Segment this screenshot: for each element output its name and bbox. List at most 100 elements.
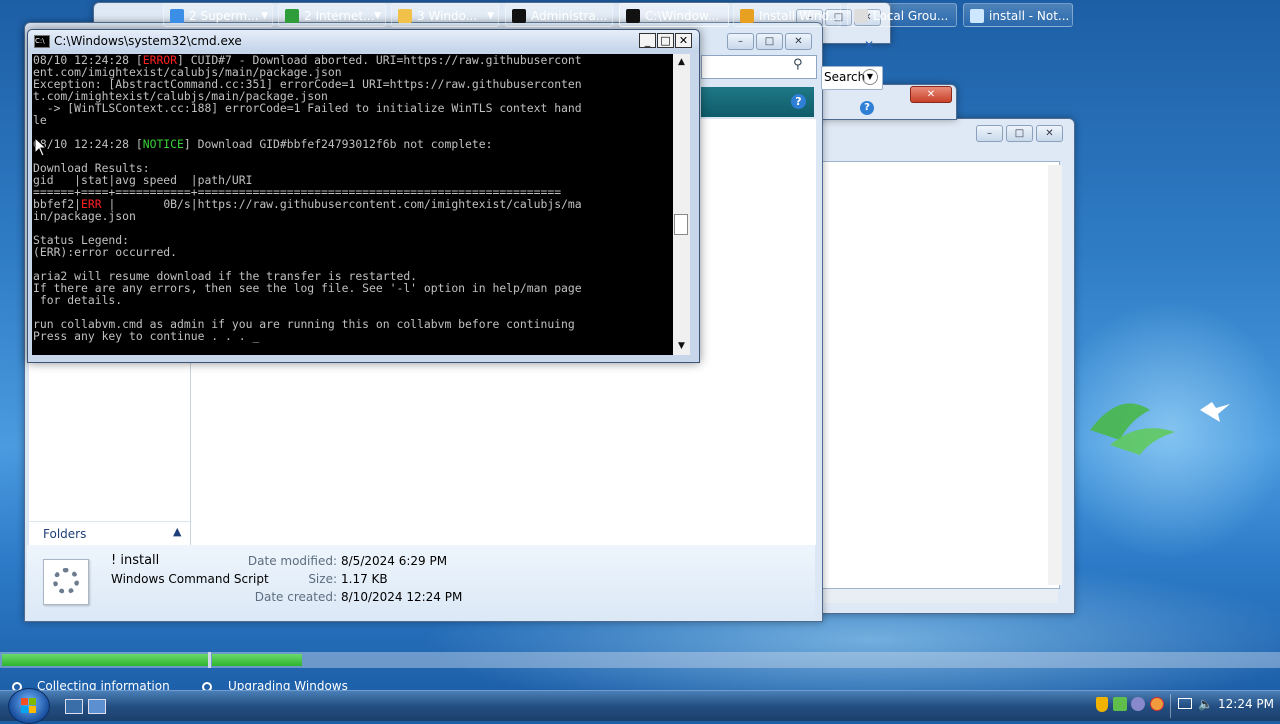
taskbar-item[interactable]: C:\Window...	[619, 3, 729, 27]
taskbar-item[interactable]: 3 Windo... ▼	[391, 3, 499, 27]
help-icon[interactable]: ?	[860, 101, 874, 115]
ie-icon	[285, 9, 299, 23]
switch-windows-icon[interactable]	[88, 699, 106, 714]
tray-divider	[1170, 694, 1171, 718]
file-thumbnail	[43, 559, 89, 605]
cmd-icon	[512, 9, 526, 23]
close-button[interactable]: ✕	[910, 86, 952, 103]
size-value: 1.17 KB	[341, 572, 388, 586]
close-button[interactable]: ✕	[675, 33, 692, 48]
clock[interactable]: 12:24 PM	[1218, 697, 1274, 711]
taskbar-item[interactable]: 2 Internet... ▼	[278, 3, 386, 27]
console-text-segment: ] Download GID#bbfef24793012f6b not comp…	[183, 137, 493, 151]
console-text-segment: -> [WinTLSContext.cc:188] errorCode=1 Fa…	[33, 101, 582, 115]
maximize-button[interactable]: □	[657, 33, 674, 48]
taskbar-item-label: install - Not...	[989, 9, 1070, 23]
scroll-up-icon[interactable]: ▲	[673, 54, 690, 70]
minimize-button[interactable]: –	[727, 33, 754, 50]
start-button[interactable]	[8, 688, 50, 724]
cmd-title-bar[interactable]: C:\ C:\Windows\system32\cmd.exe _ □ ✕	[28, 30, 699, 52]
show-desktop-icon[interactable]	[65, 699, 83, 714]
vertical-scrollbar[interactable]	[1048, 165, 1062, 585]
mouse-cursor-icon	[34, 137, 48, 157]
taskbar-item[interactable]: 2 Superm... ▼	[163, 3, 273, 27]
wallpaper-bird-icon	[1090, 402, 1230, 455]
setup-progress-divider	[208, 652, 211, 668]
console-text-segment: 08/10 12:24:28 [	[33, 137, 143, 151]
console-line: 08/10 12:24:28 [NOTICE] Download GID#bbf…	[33, 138, 673, 150]
help-icon[interactable]: ?	[791, 94, 806, 109]
console-highlight: NOTICE	[142, 137, 184, 151]
shield-icon[interactable]	[1096, 697, 1108, 712]
gear-icon	[53, 568, 79, 594]
details-pane: ! install Windows Command Script Date mo…	[27, 545, 815, 621]
close-button[interactable]: ✕	[1036, 125, 1063, 142]
horizontal-scrollbar[interactable]	[822, 589, 1058, 603]
date-created-label: Date created:	[254, 590, 337, 604]
maximize-button[interactable]: □	[756, 33, 783, 50]
console-line: in/package.json	[33, 210, 673, 222]
taskbar-item-label: C:\Window...	[645, 9, 720, 23]
scroll-down-icon[interactable]: ▼	[673, 338, 690, 354]
cmd-icon	[626, 9, 640, 23]
folders-label: Folders	[43, 527, 87, 541]
setup-progress-bar-2	[212, 654, 302, 666]
vertical-scrollbar[interactable]: ▲ ▼	[673, 54, 690, 355]
taskbar-item[interactable]: install - Not...	[963, 3, 1073, 27]
console-line: If there are any errors, then see the lo…	[33, 282, 673, 294]
search-icon[interactable]: ⚲	[793, 57, 809, 73]
chevron-down-icon: ▼	[374, 11, 381, 21]
date-modified-label: Date modified:	[247, 554, 337, 568]
chevron-down-icon: ▼	[261, 11, 268, 21]
setup-progress-bar-1	[2, 654, 208, 666]
console-line: le	[33, 114, 673, 126]
taskbar-item-label: 2 Internet...	[304, 9, 375, 23]
chevron-down-icon: ▼	[862, 69, 878, 85]
clear-search-icon[interactable]: ✕	[864, 38, 874, 52]
search-button[interactable]: Search ▼	[821, 66, 883, 90]
close-button[interactable]: ✕	[785, 33, 812, 50]
console-text-segment: | 0B/s|https://raw.githubusercontent.com…	[101, 197, 582, 211]
cmd-title: C:\Windows\system32\cmd.exe	[54, 34, 242, 48]
windows-flag-icon	[740, 9, 754, 23]
search-label: Search	[824, 70, 866, 84]
flag-icon[interactable]	[1150, 697, 1164, 711]
minimize-button[interactable]: –	[976, 125, 1003, 142]
date-created-value: 8/10/2024 12:24 PM	[341, 590, 463, 604]
chevron-up-icon: ▲	[173, 525, 182, 538]
cmd-window[interactable]: C:\ C:\Windows\system32\cmd.exe _ □ ✕ 08…	[27, 29, 700, 363]
taskbar-item[interactable]: Install Wind...	[733, 3, 841, 27]
taskbar-item[interactable]: Administra...	[505, 3, 613, 27]
taskbar	[0, 690, 1280, 721]
window-content	[822, 161, 1060, 589]
taskbar-item[interactable]: Local Grou...	[847, 3, 957, 27]
taskbar-item-label: 2 Superm...	[189, 9, 259, 23]
console-text-segment: for details.	[33, 293, 123, 307]
cmd-icon: C:\	[34, 35, 50, 48]
minimize-button[interactable]: _	[639, 33, 656, 48]
display-icon[interactable]	[1178, 698, 1192, 709]
date-modified-value: 8/5/2024 6:29 PM	[341, 554, 448, 568]
folders-toggle[interactable]: Folders ▲	[29, 521, 190, 546]
console-text: 08/10 12:24:28 [ERROR] CUID#7 - Download…	[32, 54, 673, 342]
console-line: for details.	[33, 294, 673, 306]
ie-icon	[170, 9, 184, 23]
console-text-segment: in/package.json	[33, 209, 136, 223]
console-text-segment: Press any key to continue . . . _	[33, 329, 260, 343]
console-output[interactable]: 08/10 12:24:28 [ERROR] CUID#7 - Download…	[32, 54, 673, 355]
taskbar-item-label: Install Wind...	[759, 9, 841, 23]
windows-logo-icon	[21, 698, 36, 713]
taskbar-item-label: Administra...	[531, 9, 608, 23]
scroll-thumb[interactable]	[674, 214, 688, 235]
taskbar-item-label: Local Grou...	[873, 9, 949, 23]
document-icon	[854, 9, 868, 23]
volume-muted-icon[interactable]: 🔈	[1198, 697, 1213, 711]
network-icon[interactable]	[1113, 697, 1127, 711]
file-name: ! install	[111, 553, 160, 568]
notepad-icon	[970, 9, 984, 23]
update-icon[interactable]	[1131, 697, 1145, 711]
taskbar-item-label: 3 Windo...	[417, 9, 478, 23]
chevron-down-icon: ▼	[487, 11, 494, 21]
maximize-button[interactable]: □	[1006, 125, 1033, 142]
background-window-right[interactable]: – □ ✕	[815, 118, 1075, 614]
